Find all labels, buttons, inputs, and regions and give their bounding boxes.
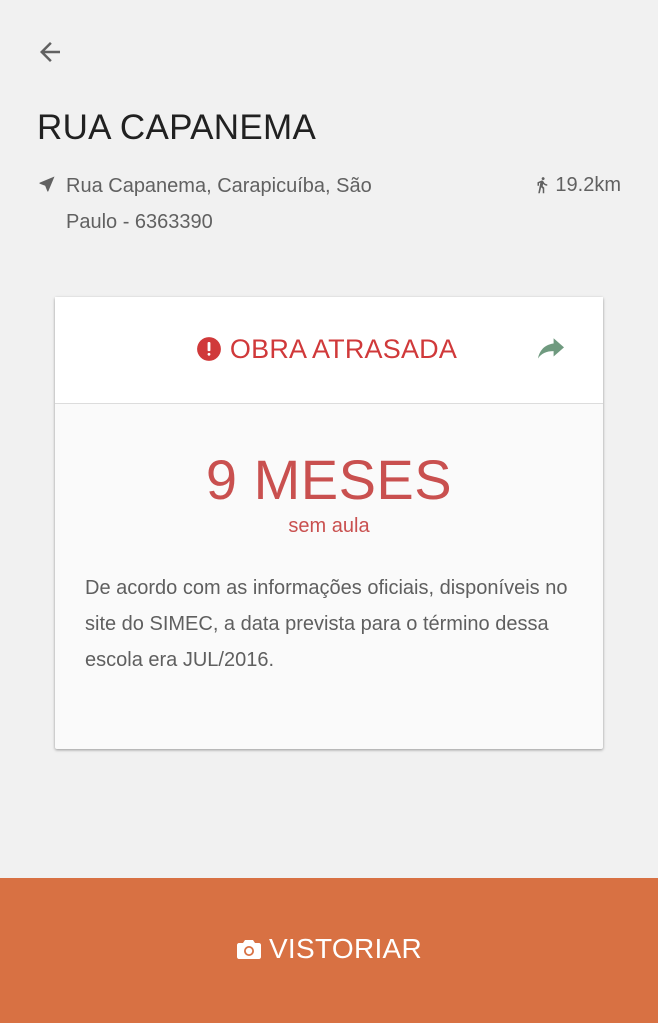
distance-value: 19.2km: [555, 174, 621, 196]
address-text: Rua Capanema, Carapicuíba, São Paulo - 6…: [66, 175, 372, 233]
status-badge: OBRA ATRASADA: [196, 334, 457, 365]
navigation-arrow-icon: [39, 176, 55, 192]
months-caption: sem aula: [288, 515, 370, 537]
page-title: RUA CAPANEMA: [37, 108, 317, 147]
card-header: OBRA ATRASADA: [55, 297, 603, 404]
camera-icon: [236, 939, 261, 959]
arrow-left-icon: [40, 42, 60, 62]
vistoriar-label: VISTORIAR: [268, 932, 423, 964]
back-button[interactable]: [30, 32, 70, 72]
share-button[interactable]: [535, 337, 567, 363]
description-text: De acordo com as informações oficiais, d…: [85, 577, 568, 671]
status-label: OBRA ATRASADA: [229, 333, 458, 364]
vistoriar-button[interactable]: VISTORIAR: [0, 878, 658, 1023]
distance-indicator: 19.2km: [533, 170, 621, 200]
share-arrow-icon: [538, 338, 564, 359]
walking-person-icon: [537, 177, 548, 194]
alert-circle-icon: [196, 337, 221, 361]
status-card: OBRA ATRASADA 9 MESES sem aula De acordo…: [55, 297, 603, 749]
months-without-class: 9 MESES: [205, 448, 453, 511]
